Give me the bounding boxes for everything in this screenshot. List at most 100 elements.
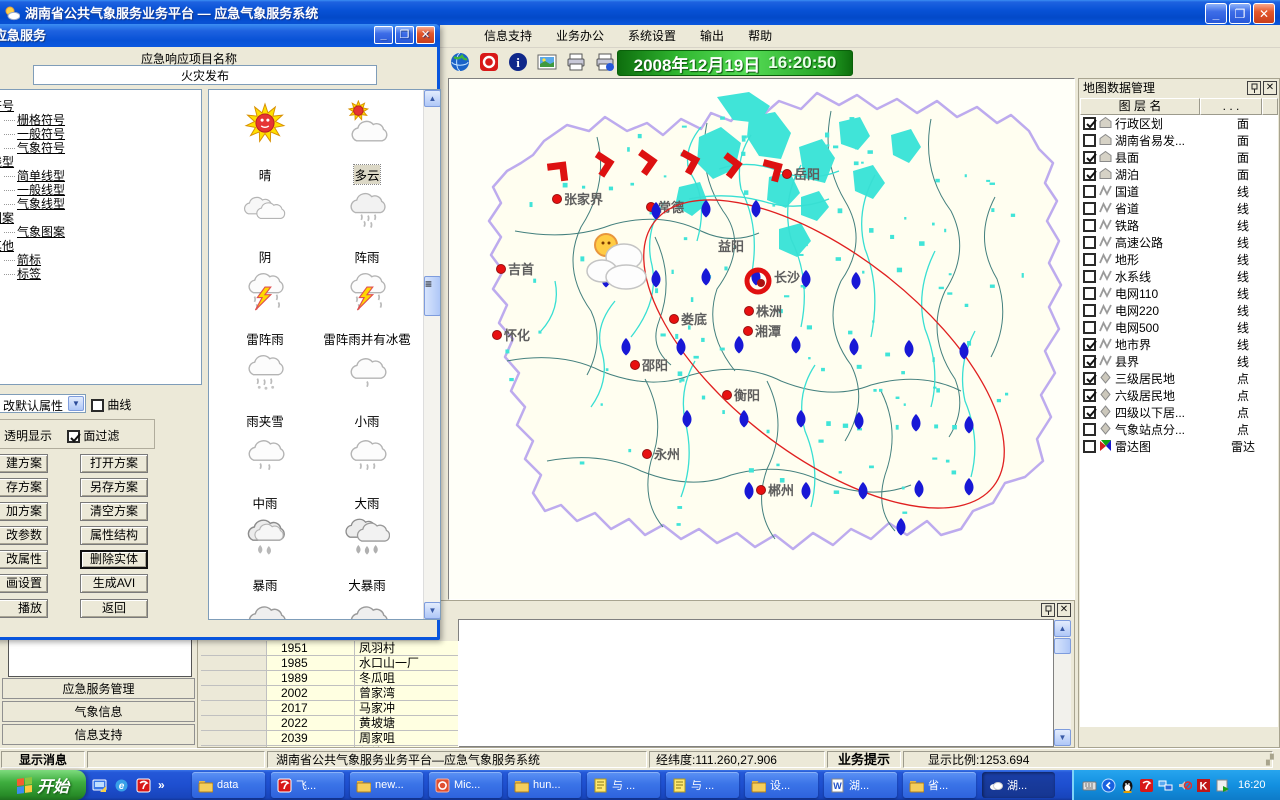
layer-row-县界[interactable]: 县界线 xyxy=(1080,353,1278,370)
tray-qq-icon[interactable] xyxy=(1120,778,1135,793)
taskbar-task-飞...[interactable]: 飞... xyxy=(271,772,344,798)
weather-scrollbar[interactable]: ▲ ≡ ▼ xyxy=(423,90,440,619)
layer-row-地市界[interactable]: 地市界线 xyxy=(1080,336,1278,353)
checkbox-checked[interactable] xyxy=(1083,406,1096,419)
checkbox-unchecked[interactable] xyxy=(1083,270,1096,283)
tree-item-一般符号[interactable]: 一般符号 xyxy=(4,127,201,141)
default-attr-dropdown[interactable]: 改默认属性 ▼ xyxy=(0,394,86,413)
table-row[interactable]: 2002曾家湾 xyxy=(201,686,459,701)
close-icon[interactable]: ✕ xyxy=(1057,603,1071,617)
taskbar-task-设...[interactable]: 设... xyxy=(745,772,818,798)
show-desktop-icon[interactable] xyxy=(92,778,107,793)
checkbox-checked[interactable] xyxy=(1083,151,1096,164)
tree-group[interactable]: 图案 xyxy=(0,211,201,225)
table-row[interactable]: 1989冬瓜咀 xyxy=(201,671,459,686)
weather-item-大雨[interactable]: 大雨 xyxy=(315,428,419,512)
button-画设置[interactable]: 画设置 xyxy=(0,574,48,593)
button-删除实体[interactable]: 删除实体 xyxy=(80,550,148,569)
tray-network-icon[interactable] xyxy=(1158,778,1173,793)
tree-item-气象线型[interactable]: 气象线型 xyxy=(4,197,201,211)
table-row[interactable]: 长塘子 xyxy=(201,746,459,747)
layer-row-湖泊[interactable]: 湖泊面 xyxy=(1080,166,1278,183)
weather-item-阵雨[interactable]: 阵雨 xyxy=(315,182,419,266)
map-canvas[interactable]: 张家界岳阳常德益阳长沙吉首娄底株洲湘潭怀化邵阳衡阳永州郴州 xyxy=(448,78,1075,600)
close-button[interactable]: ✕ xyxy=(1253,3,1275,24)
tray-keyboard-icon[interactable] xyxy=(1082,778,1097,793)
checkbox-unchecked[interactable] xyxy=(1083,423,1096,436)
tray-red-app-icon[interactable] xyxy=(1139,778,1154,793)
tree-group[interactable]: 其他 xyxy=(0,239,201,253)
info-icon[interactable]: i xyxy=(506,50,530,74)
checkbox-unchecked[interactable] xyxy=(1083,321,1096,334)
bottom-vertical-scrollbar[interactable]: ▲ ▼ xyxy=(1054,620,1071,746)
weather-item-小雨[interactable]: 小雨 xyxy=(315,346,419,430)
layer-row-电网500[interactable]: 电网500线 xyxy=(1080,319,1278,336)
restore-button[interactable]: ❐ xyxy=(395,26,414,44)
sidebar-button-应急服务管理[interactable]: 应急服务管理 xyxy=(2,678,195,699)
layer-row-电网110[interactable]: 电网110线 xyxy=(1080,285,1278,302)
weather-item-partial[interactable] xyxy=(315,592,419,620)
checkbox-unchecked[interactable] xyxy=(1083,440,1096,453)
scroll-thumb[interactable]: ≡ xyxy=(424,276,441,316)
globe-icon[interactable] xyxy=(448,50,472,74)
minimize-button[interactable]: _ xyxy=(374,26,393,44)
weather-item-雨夹雪[interactable]: 雨夹雪 xyxy=(213,346,317,430)
taskbar-task-与 ...[interactable]: 与 ... xyxy=(587,772,660,798)
weather-item-大暴雨[interactable]: 大暴雨 xyxy=(315,510,419,594)
button-清空方案[interactable]: 清空方案 xyxy=(80,502,148,521)
pin-icon[interactable] xyxy=(1041,603,1055,617)
printer-alt-icon[interactable] xyxy=(593,50,617,74)
weather-item-雷阵雨[interactable]: 雷阵雨 xyxy=(213,264,317,348)
scroll-down-icon[interactable]: ▼ xyxy=(424,602,441,619)
weather-item-阴[interactable]: 阴 xyxy=(213,182,317,266)
tree-item-气象符号[interactable]: 气象符号 xyxy=(4,141,201,155)
menu-item-信息支持[interactable]: 信息支持 xyxy=(472,25,544,48)
internet-explorer-icon[interactable]: e xyxy=(114,778,129,793)
layer-row-气象站点分...[interactable]: 气象站点分...点 xyxy=(1080,421,1278,438)
button-改属性[interactable]: 改属性 xyxy=(0,550,48,569)
checkbox-unchecked[interactable] xyxy=(1083,202,1096,215)
taskbar-task-省...[interactable]: 省... xyxy=(903,772,976,798)
close-icon[interactable]: ✕ xyxy=(1263,81,1277,95)
face-filter-checkbox[interactable]: 面过滤 xyxy=(67,427,119,444)
layer-row-行政区划[interactable]: 行政区划面 xyxy=(1080,115,1278,132)
button-打开方案[interactable]: 打开方案 xyxy=(80,454,148,473)
table-row[interactable]: 1985水口山一厂 xyxy=(201,656,459,671)
tray-language-icon[interactable] xyxy=(1101,778,1116,793)
button-加方案[interactable]: 加方案 xyxy=(0,502,48,521)
tree-item-气象图案[interactable]: 气象图案 xyxy=(4,225,201,239)
checkbox-checked[interactable] xyxy=(1083,168,1096,181)
checkbox-unchecked[interactable] xyxy=(1083,134,1096,147)
sidebar-button-信息支持[interactable]: 信息支持 xyxy=(2,724,195,745)
checkbox-unchecked[interactable] xyxy=(1083,287,1096,300)
checkbox-unchecked[interactable] xyxy=(1083,236,1096,249)
checkbox-checked[interactable] xyxy=(1083,372,1096,385)
taskbar-task-Mic...[interactable]: Mic... xyxy=(429,772,502,798)
tree-item-简单线型[interactable]: 简单线型 xyxy=(4,169,201,183)
layer-row-雷达图[interactable]: 雷达图雷达 xyxy=(1080,438,1278,455)
tree-group[interactable]: 符号 xyxy=(0,99,201,113)
stop-zero-icon[interactable] xyxy=(477,50,501,74)
checkbox-checked[interactable] xyxy=(1083,355,1096,368)
layer-row-国道[interactable]: 国道线 xyxy=(1080,183,1278,200)
layer-row-省道[interactable]: 省道线 xyxy=(1080,200,1278,217)
button-生成AVI[interactable]: 生成AVI xyxy=(80,574,148,593)
layer-row-铁路[interactable]: 铁路线 xyxy=(1080,217,1278,234)
red-app-icon[interactable] xyxy=(136,778,151,793)
minimize-button[interactable]: _ xyxy=(1205,3,1227,24)
weather-item-晴[interactable]: 晴 xyxy=(213,100,317,184)
resize-grip[interactable]: ▞ xyxy=(1266,755,1278,767)
column-dots[interactable]: . . . xyxy=(1200,98,1262,115)
restore-button[interactable]: ❐ xyxy=(1229,3,1251,24)
button-建方案[interactable]: 建方案 xyxy=(0,454,48,473)
weather-item-暴雨[interactable]: 暴雨 xyxy=(213,510,317,594)
layer-row-三级居民地[interactable]: 三级居民地点 xyxy=(1080,370,1278,387)
table-row[interactable]: 2022黄坡塘 xyxy=(201,716,459,731)
tree-item-栅格符号[interactable]: 栅格符号 xyxy=(4,113,201,127)
checkbox-checked[interactable] xyxy=(1083,338,1096,351)
tree-item-一般线型[interactable]: 一般线型 xyxy=(4,183,201,197)
layer-row-地形[interactable]: 地形线 xyxy=(1080,251,1278,268)
layer-row-县面[interactable]: 县面面 xyxy=(1080,149,1278,166)
weather-item-多云[interactable]: 多云 xyxy=(315,100,419,184)
checkbox-unchecked[interactable] xyxy=(1083,304,1096,317)
